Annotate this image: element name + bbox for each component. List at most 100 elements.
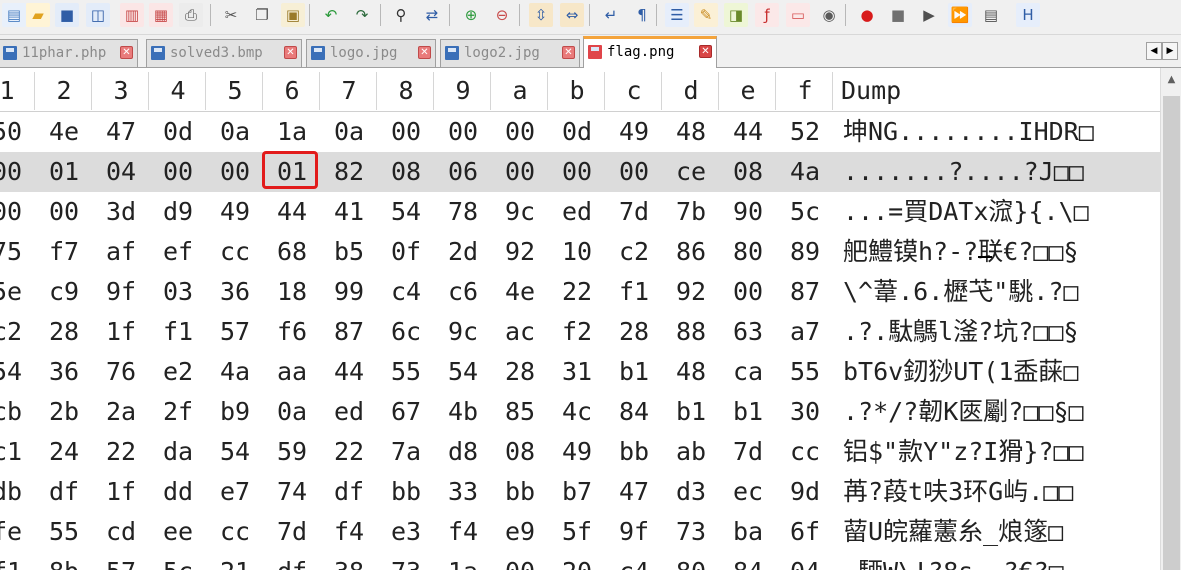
- byte-cell[interactable]: 38: [322, 552, 376, 570]
- byte-cell[interactable]: f1: [607, 272, 661, 312]
- byte-cell[interactable]: da: [151, 432, 205, 472]
- byte-cell[interactable]: 5c: [778, 192, 832, 232]
- byte-cell[interactable]: 22: [94, 432, 148, 472]
- run-macro-multiple-icon[interactable]: ⏩: [948, 3, 972, 27]
- byte-cell[interactable]: 2a: [94, 392, 148, 432]
- byte-cell[interactable]: 49: [208, 192, 262, 232]
- byte-cell[interactable]: 84: [607, 392, 661, 432]
- byte-cell[interactable]: b5: [322, 232, 376, 272]
- byte-cell[interactable]: 73: [379, 552, 433, 570]
- byte-cell[interactable]: 36: [208, 272, 262, 312]
- byte-cell[interactable]: 84: [721, 552, 775, 570]
- byte-cell[interactable]: 7a: [379, 432, 433, 472]
- close-file-icon[interactable]: ▥: [120, 3, 144, 27]
- byte-cell[interactable]: 90: [721, 192, 775, 232]
- dump-text[interactable]: bT6v釰猀UT(1盉蔝□: [843, 352, 1078, 392]
- byte-cell[interactable]: c4: [607, 552, 661, 570]
- tab-logo2-jpg[interactable]: logo2.jpg ✕: [440, 39, 580, 67]
- byte-cell[interactable]: 3d: [94, 192, 148, 232]
- hex-grid[interactable]: Dump 123456789abcdef 504e470d0a1a0a00000…: [0, 68, 1160, 570]
- indent-guide-icon[interactable]: ☰: [665, 3, 689, 27]
- byte-cell[interactable]: d8: [436, 432, 490, 472]
- close-tab-icon[interactable]: ✕: [699, 45, 712, 58]
- byte-cell[interactable]: 1f: [94, 312, 148, 352]
- tab-solved3-bmp[interactable]: solved3.bmp ✕: [146, 39, 302, 67]
- undo-icon[interactable]: ↶: [319, 3, 343, 27]
- byte-cell[interactable]: 7d: [721, 432, 775, 472]
- byte-cell[interactable]: e9: [493, 512, 547, 552]
- byte-cell[interactable]: 44: [721, 112, 775, 152]
- byte-cell[interactable]: 92: [493, 232, 547, 272]
- stop-recording-icon[interactable]: ■: [886, 3, 910, 27]
- zoom-out-icon[interactable]: ⊖: [490, 3, 514, 27]
- data-row[interactable]: dbdf1fdde774dfbb33bbb747d3ec9d苒?葮t呋3环G屿.…: [0, 472, 1160, 512]
- byte-cell[interactable]: e2: [151, 352, 205, 392]
- data-row[interactable]: fe55cdeecc7df4e3f4e95f9f73ba6f蒥U皖蘿藼糸_烺篴□: [0, 512, 1160, 552]
- byte-cell[interactable]: ec: [721, 472, 775, 512]
- byte-cell[interactable]: fe: [0, 512, 34, 552]
- byte-cell[interactable]: e7: [208, 472, 262, 512]
- byte-cell[interactable]: f7: [37, 232, 91, 272]
- byte-cell[interactable]: 4e: [493, 272, 547, 312]
- byte-cell[interactable]: 06: [436, 152, 490, 192]
- byte-cell[interactable]: af: [94, 232, 148, 272]
- byte-cell[interactable]: 6f: [778, 512, 832, 552]
- byte-cell[interactable]: 7b: [664, 192, 718, 232]
- document-map-icon[interactable]: ◨: [724, 3, 748, 27]
- byte-cell[interactable]: 28: [607, 312, 661, 352]
- byte-cell[interactable]: 00: [379, 112, 433, 152]
- byte-cell[interactable]: cc: [208, 232, 262, 272]
- sync-scroll-vertical-icon[interactable]: ⇳: [529, 3, 553, 27]
- byte-cell[interactable]: 22: [322, 432, 376, 472]
- byte-cell[interactable]: 87: [322, 312, 376, 352]
- dump-text[interactable]: 坤NG........IHDR□: [843, 112, 1094, 152]
- byte-cell[interactable]: 0d: [151, 112, 205, 152]
- show-all-chars-icon[interactable]: ¶: [630, 3, 654, 27]
- folder-workspace-icon[interactable]: ▭: [786, 3, 810, 27]
- byte-cell[interactable]: 6c: [379, 312, 433, 352]
- byte-cell[interactable]: 82: [322, 152, 376, 192]
- byte-cell[interactable]: c6: [436, 272, 490, 312]
- byte-cell[interactable]: ab: [664, 432, 718, 472]
- byte-cell[interactable]: 03: [151, 272, 205, 312]
- byte-cell[interactable]: f1: [151, 312, 205, 352]
- tab-11phar-php[interactable]: 11phar.php ✕: [0, 39, 138, 67]
- byte-cell[interactable]: df: [322, 472, 376, 512]
- byte-cell[interactable]: 63: [721, 312, 775, 352]
- tab-scroll-right-button[interactable]: ▶: [1162, 42, 1178, 60]
- save-icon[interactable]: ■: [55, 3, 79, 27]
- dump-text[interactable]: 铝$"款Y"z?I猾}?□□: [843, 432, 1084, 472]
- data-row[interactable]: f18b575c21df38731a0020c4808404 .駵W\!?8s. …: [0, 552, 1160, 570]
- byte-cell[interactable]: b1: [607, 352, 661, 392]
- dump-text[interactable]: .?*/?韌K匧劚?□□§□: [843, 392, 1084, 432]
- byte-cell[interactable]: df: [37, 472, 91, 512]
- save-macro-icon[interactable]: ▤: [979, 3, 1003, 27]
- byte-cell[interactable]: 10: [550, 232, 604, 272]
- byte-cell[interactable]: 73: [664, 512, 718, 552]
- find-icon[interactable]: ⚲: [389, 3, 413, 27]
- byte-cell[interactable]: 1a: [436, 552, 490, 570]
- byte-cell[interactable]: 54: [208, 432, 262, 472]
- byte-cell[interactable]: 54: [436, 352, 490, 392]
- byte-cell[interactable]: 50: [0, 112, 34, 152]
- byte-cell[interactable]: 21: [208, 552, 262, 570]
- byte-cell[interactable]: 68: [265, 232, 319, 272]
- record-macro-icon[interactable]: ●: [855, 3, 879, 27]
- byte-cell[interactable]: 55: [37, 512, 91, 552]
- byte-cell[interactable]: 9d: [778, 472, 832, 512]
- selected-row[interactable]: 000104000001820806000000ce084a.......?..…: [0, 152, 1160, 192]
- byte-cell[interactable]: 00: [0, 152, 34, 192]
- byte-cell[interactable]: 5c: [151, 552, 205, 570]
- byte-cell[interactable]: 00: [0, 192, 34, 232]
- sync-scroll-horizontal-icon[interactable]: ⇔: [560, 3, 584, 27]
- byte-cell[interactable]: 4a: [208, 352, 262, 392]
- scrollbar-thumb[interactable]: [1163, 96, 1180, 570]
- paste-icon[interactable]: ▣: [281, 3, 305, 27]
- byte-cell[interactable]: c1: [0, 432, 34, 472]
- byte-cell[interactable]: ef: [151, 232, 205, 272]
- open-folder-icon[interactable]: ▰: [26, 3, 50, 27]
- byte-cell[interactable]: b1: [721, 392, 775, 432]
- data-row[interactable]: 5ec99f03361899c4c64e22f1920087 \^葦.6.櫪芅"駣…: [0, 272, 1160, 312]
- byte-cell[interactable]: 1a: [265, 112, 319, 152]
- byte-cell[interactable]: 59: [265, 432, 319, 472]
